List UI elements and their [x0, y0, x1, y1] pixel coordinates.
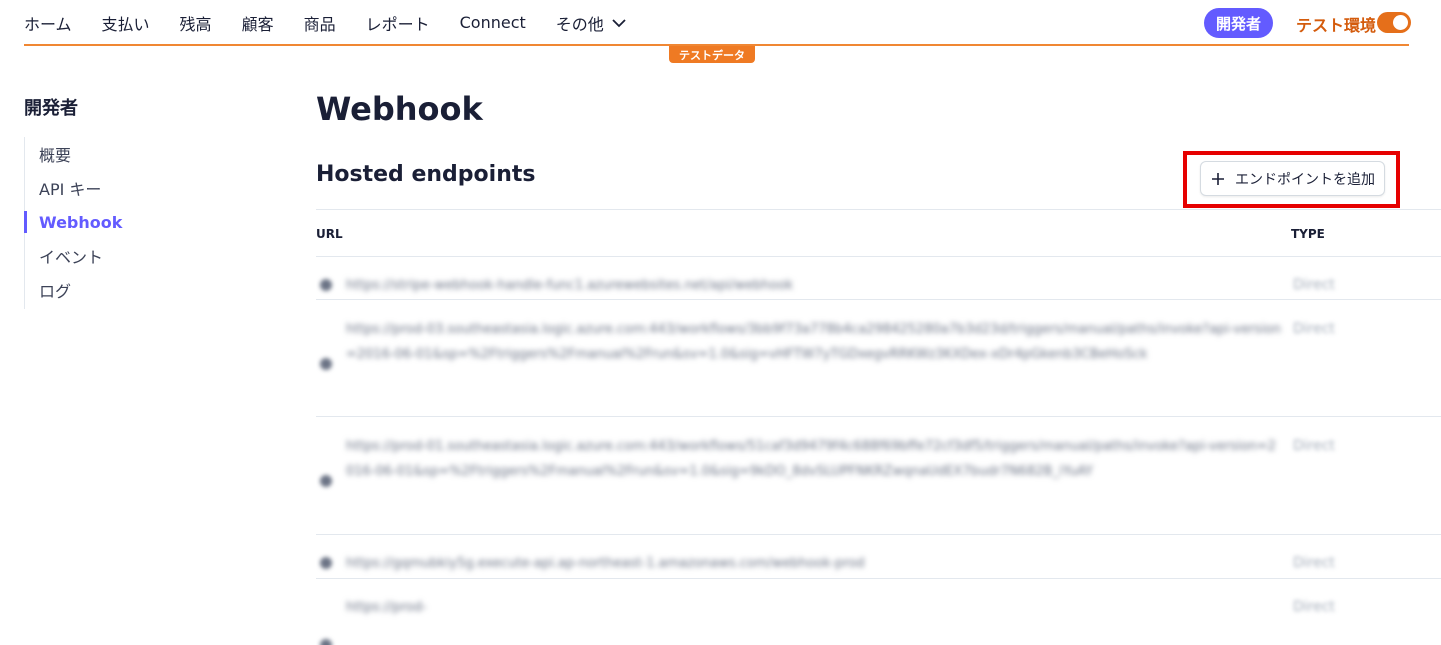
add-endpoint-button[interactable]: エンドポイントを追加: [1200, 161, 1385, 196]
table-row[interactable]: https://gqmubkiy5g.execute-api.ap-northe…: [316, 535, 1441, 579]
endpoint-type: Direct: [1293, 277, 1335, 293]
test-env-label: テスト環境: [1296, 16, 1377, 35]
status-dot: [320, 279, 332, 291]
nav-item-products[interactable]: 商品: [304, 11, 336, 35]
nav-item-more-label: その他: [555, 14, 604, 34]
endpoint-url: https://prod-03.southeastasia.logic.azur…: [346, 322, 1281, 362]
endpoint-type: Direct: [1293, 599, 1335, 615]
page-title: Webhook: [316, 90, 483, 128]
test-data-badge: テストデータ: [669, 46, 755, 63]
column-header-url: URL: [316, 227, 343, 241]
endpoint-url: https://prod-01.southeastasia.logic.azur…: [346, 439, 1276, 479]
status-dot: [320, 475, 332, 487]
sidebar-item-overview[interactable]: 概要: [25, 137, 164, 171]
status-dot: [320, 639, 332, 645]
top-navigation: ホーム 支払い 残高 顧客 商品 レポート Connect その他 開発者 テス…: [0, 0, 1441, 45]
sidebar-item-api-keys[interactable]: API キー: [25, 171, 164, 205]
sidebar-item-webhook[interactable]: Webhook: [24, 205, 164, 239]
nav-item-home[interactable]: ホーム: [24, 11, 72, 35]
status-dot: [320, 557, 332, 569]
add-endpoint-label: エンドポイントを追加: [1235, 170, 1375, 187]
endpoint-url: https://stripe-webhook-handle-func1.azur…: [346, 278, 794, 293]
endpoints-table: https://stripe-webhook-handle-func1.azur…: [316, 257, 1441, 645]
endpoint-url: https://prod-: [346, 600, 427, 615]
sidebar-item-events[interactable]: イベント: [25, 239, 164, 273]
endpoint-type: Direct: [1293, 438, 1335, 454]
test-env-toggle[interactable]: [1377, 12, 1411, 33]
developer-mode-button[interactable]: 開発者: [1204, 8, 1274, 38]
nav-item-connect[interactable]: Connect: [460, 13, 526, 32]
sidebar-title: 開発者: [24, 98, 78, 119]
endpoint-type: Direct: [1293, 555, 1335, 571]
endpoint-url: https://gqmubkiy5g.execute-api.ap-northe…: [346, 556, 865, 571]
sidebar-item-logs[interactable]: ログ: [25, 273, 164, 307]
nav-item-more[interactable]: その他: [556, 11, 626, 35]
column-header-type: TYPE: [1291, 227, 1325, 241]
plus-icon: [1212, 172, 1224, 185]
table-row[interactable]: https://prod-01.southeastasia.logic.azur…: [316, 417, 1441, 535]
endpoint-type: Direct: [1293, 321, 1335, 337]
table-row[interactable]: https://stripe-webhook-handle-func1.azur…: [316, 257, 1441, 300]
nav-item-payments[interactable]: 支払い: [102, 11, 150, 35]
sidebar-list: 概要 API キー Webhook イベント ログ: [24, 137, 164, 309]
section-divider: [316, 209, 1441, 210]
nav-item-reports[interactable]: レポート: [366, 11, 430, 35]
nav-item-customers[interactable]: 顧客: [242, 11, 274, 35]
section-title: Hosted endpoints: [316, 162, 536, 187]
table-row[interactable]: https://prod-03.southeastasia.logic.azur…: [316, 300, 1441, 417]
chevron-down-icon: [612, 18, 626, 27]
nav-item-balances[interactable]: 残高: [180, 11, 212, 35]
status-dot: [320, 358, 332, 370]
toggle-knob: [1393, 15, 1408, 30]
main-nav: ホーム 支払い 残高 顧客 商品 レポート Connect その他: [24, 0, 656, 45]
table-row[interactable]: https://prod- Direct: [316, 579, 1441, 645]
